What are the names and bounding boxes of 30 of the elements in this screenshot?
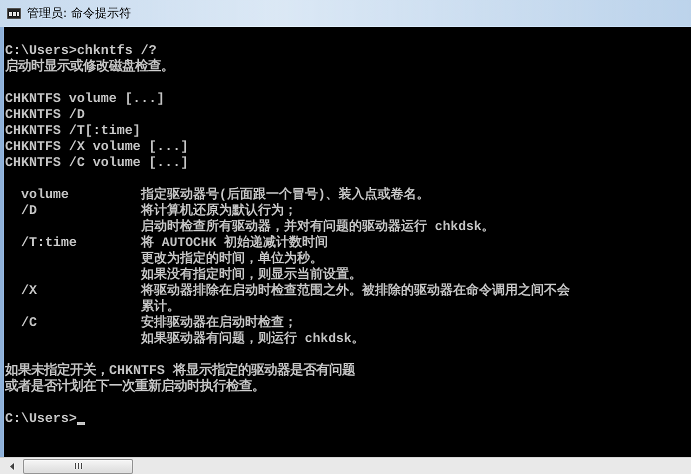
option-name: volume: [20, 187, 70, 203]
option-description: 更改为指定的时间，单位为秒。: [141, 251, 323, 266]
scroll-thumb[interactable]: [23, 458, 133, 474]
left-arrow-icon: [10, 462, 14, 470]
console-text: CHKNTFS /T[:time]: [5, 123, 141, 139]
option-description: 如果没有指定时间，则显示当前设置。: [141, 267, 362, 282]
console-text: 或者是否计划在下一次重新启动时执行检查。: [5, 379, 265, 395]
option-name: /C: [20, 315, 38, 331]
command-prompt: C:\Users>: [5, 411, 77, 427]
option-name: /D: [20, 203, 38, 219]
option-description: 将计算机还原为默认行为；: [141, 203, 297, 218]
console-text: 启动时显示或修改磁盘检查。: [5, 59, 174, 75]
console-text: CHKNTFS /X volume [...]: [5, 139, 189, 155]
option-name: /X: [20, 283, 38, 299]
option-description: 安排驱动器在启动时检查；: [141, 315, 297, 331]
option-description: 累计。: [141, 299, 180, 314]
console-icon: [7, 8, 21, 19]
console-text: C:\Users>chkntfs /?: [5, 43, 157, 58]
option-description: 启动时检查所有驱动器，并对有问题的驱动器运行 chkdsk。: [141, 219, 495, 234]
console-text: CHKNTFS volume [...]: [5, 91, 165, 107]
option-description: 将驱动器排除在启动时检查范围之外。被排除的驱动器在命令调用之间不会: [141, 283, 570, 299]
scroll-bar[interactable]: [0, 457, 691, 474]
option-name: /T:time: [20, 235, 78, 251]
console-text: CHKNTFS /C volume [...]: [5, 155, 189, 171]
option-description: 指定驱动器号(后面跟一个冒号)、装入点或卷名。: [141, 187, 430, 203]
option-description: 将 AUTOCHK 初始递减计数时间: [141, 235, 328, 250]
option-description: 如果驱动器有问题，则运行 chkdsk。: [141, 331, 365, 347]
console-text: 如果未指定开关，CHKNTFS 将显示指定的驱动器是否有问题: [5, 363, 355, 378]
window-title: 管理员: 命令提示符: [27, 5, 131, 22]
console-text: CHKNTFS /D: [5, 107, 85, 123]
